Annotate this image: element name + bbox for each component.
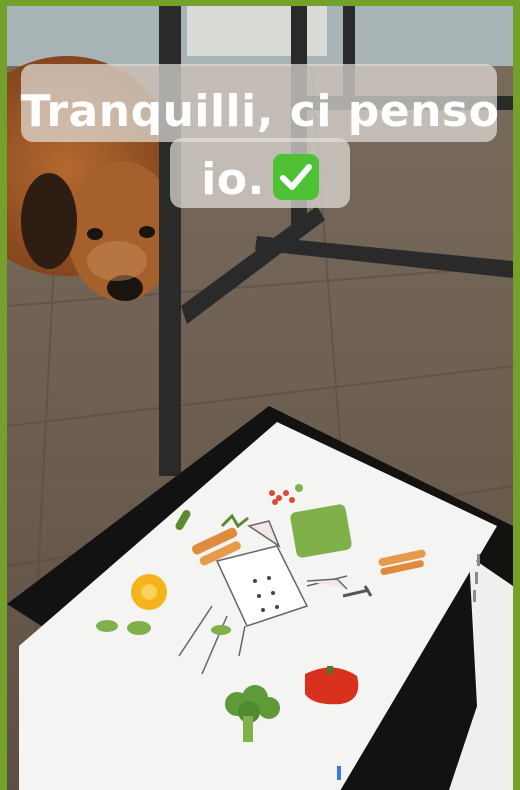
story-frame: Tranquilli, ci penso io. <box>0 0 520 790</box>
caption-text: Tranquilli, ci penso io. <box>7 78 513 214</box>
check-mark-button-icon <box>272 154 319 200</box>
caption-line1: Tranquilli, ci penso <box>20 86 500 137</box>
caption-line2-wrap: io. <box>7 146 513 214</box>
caption-line2: io. <box>201 154 265 205</box>
